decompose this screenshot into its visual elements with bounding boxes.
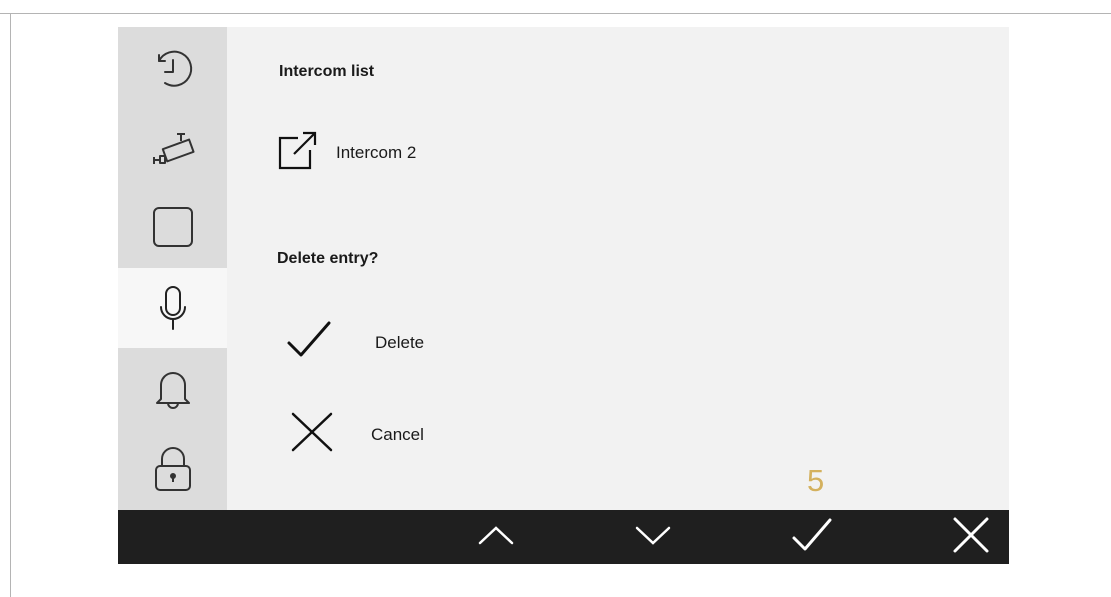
step-marker: 5 xyxy=(807,463,825,498)
padlock-icon xyxy=(149,444,197,494)
confirm-button[interactable] xyxy=(782,510,842,564)
dialog-title: Delete entry? xyxy=(277,250,379,267)
square-icon xyxy=(150,204,196,250)
list-title: Intercom list xyxy=(279,63,375,80)
cancel-option[interactable]: Cancel xyxy=(289,410,424,459)
scroll-down-button[interactable] xyxy=(623,510,683,564)
checkmark-icon xyxy=(790,516,834,559)
sidebar xyxy=(118,27,227,564)
sidebar-item-lock[interactable] xyxy=(118,429,227,509)
close-button[interactable] xyxy=(941,510,1001,564)
sidebar-item-panel[interactable] xyxy=(118,187,227,267)
intercom-entry[interactable]: Intercom 2 xyxy=(276,128,416,177)
frame-border-top xyxy=(0,13,1111,14)
delete-option[interactable]: Delete xyxy=(283,317,424,368)
main-content: Intercom list Intercom 2 Delete entry? D… xyxy=(227,27,1009,510)
bottom-action-bar xyxy=(118,510,1009,564)
chevron-up-icon xyxy=(476,523,516,552)
intercom-entry-label: Intercom 2 xyxy=(336,142,417,162)
scroll-up-button[interactable] xyxy=(466,510,526,564)
close-icon xyxy=(951,515,991,560)
sidebar-item-intercom[interactable] xyxy=(118,268,227,348)
frame-border-left xyxy=(10,13,11,597)
bell-icon xyxy=(149,363,197,413)
external-link-icon xyxy=(276,128,320,177)
chevron-down-icon xyxy=(633,523,673,552)
cross-icon xyxy=(289,410,335,459)
sidebar-item-camera[interactable] xyxy=(118,107,227,187)
microphone-icon xyxy=(153,283,193,333)
sidebar-item-history[interactable] xyxy=(118,27,227,107)
history-clock-icon xyxy=(148,42,198,92)
delete-option-label: Delete xyxy=(375,332,425,352)
device-screen: Intercom list Intercom 2 Delete entry? D… xyxy=(118,27,1009,564)
sidebar-item-alarm[interactable] xyxy=(118,348,227,428)
camera-icon xyxy=(146,122,200,172)
cancel-option-label: Cancel xyxy=(371,424,424,444)
checkmark-icon xyxy=(283,317,335,368)
